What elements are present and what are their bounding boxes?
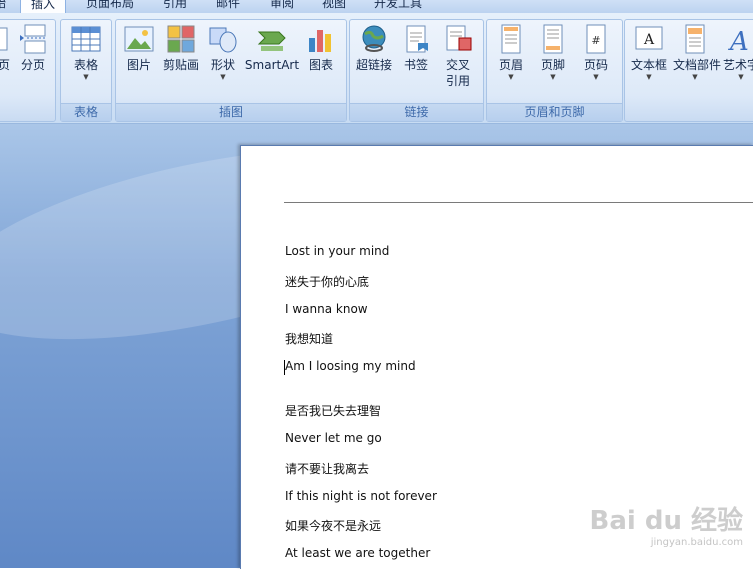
page-icon — [0, 24, 9, 54]
watermark-sub: jingyan.baidu.com — [650, 537, 743, 548]
header-divider — [284, 202, 753, 203]
blank-page-label: 页 — [0, 58, 10, 72]
footer-button[interactable]: 页脚 ▼ — [533, 20, 573, 82]
doc-line[interactable]: 是否我已失去理智 — [285, 402, 381, 419]
group-table: 表格 ▼ 表格 — [60, 19, 112, 122]
page-number-icon: # — [581, 24, 611, 54]
table-label: 表格 — [73, 58, 98, 72]
svg-text:A: A — [728, 27, 749, 54]
shapes-button[interactable]: 形状 ▼ — [204, 20, 242, 82]
chevron-down-icon: ▼ — [550, 73, 556, 81]
doc-line[interactable]: Never let me go — [285, 431, 382, 445]
clip-art-label: 剪贴画 — [162, 58, 199, 72]
bookmark-button[interactable]: 书签 — [398, 20, 434, 73]
tab-developer[interactable]: 开发工具 — [374, 0, 422, 12]
chevron-down-icon: ▼ — [220, 73, 226, 81]
text-box-label: 文本框 — [630, 58, 667, 72]
group-header-footer: 页眉 ▼ 页脚 ▼ # 页码 ▼ 页眉和页脚 — [486, 19, 623, 122]
doc-line[interactable]: I wanna know — [285, 302, 368, 316]
quick-parts-button[interactable]: 文档部件 ▼ — [673, 20, 722, 82]
table-icon — [71, 24, 101, 54]
page-break-icon — [18, 24, 48, 54]
bookmark-label: 书签 — [403, 58, 428, 72]
doc-line[interactable]: If this night is not forever — [285, 489, 437, 503]
chart-label: 图表 — [308, 58, 333, 72]
group-label-table: 表格 — [61, 103, 111, 121]
tab-view[interactable]: 视图 — [322, 0, 346, 12]
text-cursor — [284, 360, 285, 375]
smartart-icon — [257, 24, 287, 54]
wordart-label: 艺术字 — [722, 58, 753, 72]
doc-line[interactable]: 我想知道 — [285, 330, 333, 347]
chevron-down-icon: ▼ — [738, 73, 744, 81]
svg-text:A: A — [643, 32, 655, 48]
header-button[interactable]: 页眉 ▼ — [491, 20, 531, 82]
text-box-icon: A — [634, 24, 664, 54]
quick-parts-label: 文档部件 — [673, 58, 722, 72]
picture-button[interactable]: 图片 — [120, 20, 158, 73]
group-pages: 页 分页 — [0, 19, 56, 122]
chevron-down-icon: ▼ — [508, 73, 514, 81]
tab-references[interactable]: 引用 — [163, 0, 187, 12]
header-icon — [496, 24, 526, 54]
shapes-icon — [208, 24, 238, 54]
clip-art-icon — [166, 24, 196, 54]
doc-line[interactable]: 迷失于你的心底 — [285, 273, 369, 290]
page-number-label: 页码 — [583, 58, 608, 72]
chevron-down-icon: ▼ — [83, 73, 89, 81]
chevron-down-icon: ▼ — [692, 73, 698, 81]
ribbon: 页 分页 表格 ▼ 表格 图片 剪贴画 形状 ▼ SmartArt 图表 插图 … — [0, 13, 753, 124]
header-label: 页眉 — [498, 58, 523, 72]
hyperlink-label: 超链接 — [355, 58, 392, 72]
wordart-button[interactable]: A 艺术字 ▼ — [721, 20, 753, 82]
footer-label: 页脚 — [540, 58, 565, 72]
wordart-icon: A — [726, 24, 753, 57]
doc-line[interactable]: 请不要让我离去 — [285, 460, 369, 477]
chevron-down-icon: ▼ — [646, 73, 652, 81]
doc-line[interactable]: Am I loosing my mind — [285, 359, 416, 373]
baidu-watermark: Bai du 经验 jingyan.baidu.com — [590, 500, 744, 548]
doc-line[interactable]: At least we are together — [285, 546, 430, 560]
doc-line[interactable]: Lost in your mind — [285, 244, 389, 258]
smartart-button[interactable]: SmartArt — [244, 20, 300, 73]
cross-reference-button[interactable]: 交叉 引用 — [438, 20, 478, 89]
group-illustrations: 图片 剪贴画 形状 ▼ SmartArt 图表 插图 — [115, 19, 347, 122]
tab-home[interactable]: 始 — [0, 0, 6, 12]
group-links: 超链接 书签 交叉 引用 链接 — [349, 19, 484, 122]
table-button[interactable]: 表格 ▼ — [64, 20, 108, 82]
tab-review[interactable]: 审阅 — [270, 0, 294, 12]
shapes-label: 形状 — [210, 58, 235, 72]
text-box-button[interactable]: A 文本框 ▼ — [627, 20, 671, 82]
chart-button[interactable]: 图表 — [302, 20, 340, 73]
group-label-illustrations: 插图 — [116, 103, 346, 121]
group-label-links: 链接 — [350, 103, 483, 121]
ribbon-tab-strip: 始 插入 页面布局 引用 邮件 审阅 视图 开发工具 — [0, 0, 753, 14]
blank-page-button[interactable]: 页 — [0, 20, 11, 73]
page-break-button[interactable]: 分页 — [15, 20, 51, 73]
chart-icon — [306, 24, 336, 54]
tab-page-layout[interactable]: 页面布局 — [86, 0, 134, 12]
quick-parts-icon — [680, 24, 710, 54]
bookmark-icon — [401, 24, 431, 54]
picture-label: 图片 — [126, 58, 151, 72]
group-text: A 文本框 ▼ 文档部件 ▼ A 艺术字 ▼ — [624, 19, 753, 122]
tab-mailings[interactable]: 邮件 — [216, 0, 240, 12]
footer-icon — [538, 24, 568, 54]
doc-line[interactable]: 如果今夜不是永远 — [285, 517, 381, 534]
picture-icon — [124, 24, 154, 54]
smartart-label: SmartArt — [244, 58, 300, 72]
watermark-main: Bai du 经验 — [589, 506, 744, 536]
page-number-button[interactable]: # 页码 ▼ — [575, 20, 617, 82]
tab-insert[interactable]: 插入 — [20, 0, 67, 13]
svg-text:#: # — [591, 34, 600, 47]
chevron-down-icon: ▼ — [593, 73, 599, 81]
page-break-label: 分页 — [20, 58, 45, 72]
group-label-header-footer: 页眉和页脚 — [487, 103, 622, 121]
cross-reference-icon — [443, 24, 473, 54]
hyperlink-button[interactable]: 超链接 — [352, 20, 396, 73]
cross-reference-label: 交叉 引用 — [445, 58, 470, 88]
clip-art-button[interactable]: 剪贴画 — [160, 20, 202, 73]
globe-link-icon — [359, 24, 389, 54]
